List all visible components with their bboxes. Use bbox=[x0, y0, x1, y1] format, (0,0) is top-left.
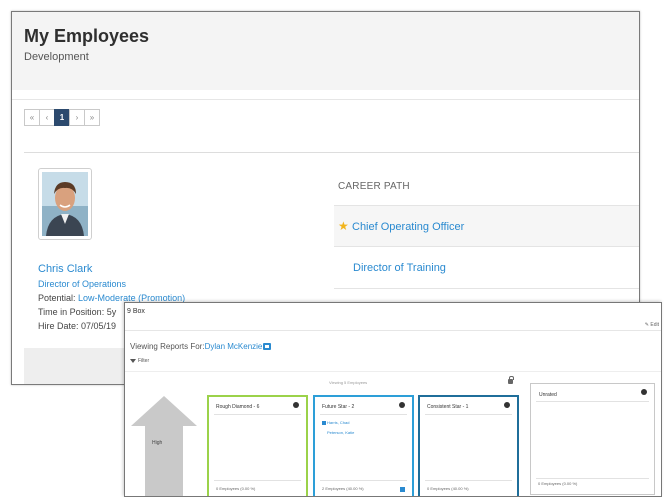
performance-arrow-icon bbox=[131, 396, 197, 496]
axis-label-high: High bbox=[152, 440, 163, 446]
employee-name-link[interactable]: Chris Clark bbox=[38, 263, 92, 275]
nine-box-window: 9 Box ✎ Edit Viewing Reports For:Dylan M… bbox=[124, 302, 662, 497]
nine-box-consistent-star[interactable]: Consistent Star - 1 0 Employees (40.00 %… bbox=[418, 395, 519, 496]
employee-photo[interactable] bbox=[38, 168, 92, 240]
box-divider bbox=[536, 401, 649, 402]
page-header bbox=[12, 12, 639, 90]
pager-last-button[interactable]: » bbox=[84, 109, 100, 126]
employee-link[interactable]: Peterson, Katie bbox=[327, 430, 354, 435]
edit-button[interactable]: ✎ Edit bbox=[645, 322, 659, 328]
pager-prev-button[interactable]: ‹ bbox=[39, 109, 55, 126]
nine-box-unrated[interactable]: Unrated 0 Employees (0.00 %) bbox=[530, 383, 655, 495]
page-subtitle: Development bbox=[24, 51, 89, 63]
nine-box-future-star[interactable]: Future Star - 2 Harris, Chad Peterson, K… bbox=[313, 395, 414, 496]
box-divider bbox=[214, 414, 301, 415]
filter-divider bbox=[125, 371, 661, 372]
employee-job-title[interactable]: Director of Operations bbox=[38, 279, 126, 289]
box-title: Rough Diamond - 6 bbox=[216, 404, 260, 410]
viewing-for-label: Viewing Reports For: bbox=[130, 342, 205, 351]
employee-time-in-position: Time in Position: 5y bbox=[38, 307, 117, 317]
box-footer-divider bbox=[425, 480, 512, 481]
viewing-count: Viewing 5 Employees bbox=[329, 380, 368, 385]
nine-box-rough-diamond[interactable]: Rough Diamond - 6 0 Employees (0.00 %) bbox=[207, 395, 308, 496]
nine-box-title: 9 Box bbox=[127, 308, 145, 315]
filter-icon bbox=[130, 359, 136, 363]
box-employee-count: 0 Employees (0.00 %) bbox=[538, 481, 578, 486]
nine-box-divider bbox=[125, 330, 661, 331]
pager-page-1[interactable]: 1 bbox=[54, 109, 70, 126]
box-title: Future Star - 2 bbox=[322, 404, 355, 410]
export-icon[interactable] bbox=[400, 487, 405, 492]
box-title: Unrated bbox=[539, 392, 557, 398]
person-card-icon[interactable] bbox=[263, 343, 272, 351]
pager-first-button[interactable]: « bbox=[24, 109, 40, 126]
list-item[interactable]: Harris, Chad bbox=[322, 420, 349, 425]
header-divider bbox=[12, 99, 639, 100]
page-title: My Employees bbox=[24, 26, 150, 46]
career-path-divider bbox=[334, 288, 639, 289]
box-footer-divider bbox=[320, 480, 407, 481]
career-path-item-training[interactable]: Director of Training bbox=[353, 262, 446, 274]
viewing-reports-for: Viewing Reports For:Dylan McKenzie bbox=[130, 342, 272, 351]
pager-next-button[interactable]: › bbox=[69, 109, 85, 126]
filter-label: Filter bbox=[138, 358, 150, 364]
box-employee-count: 2 Employees (40.00 %) bbox=[322, 486, 364, 491]
viewing-for-person-link[interactable]: Dylan McKenzie bbox=[205, 342, 263, 351]
list-item[interactable]: Peterson, Katie bbox=[327, 430, 354, 435]
filter-button[interactable]: Filter bbox=[130, 358, 149, 364]
info-icon[interactable] bbox=[293, 402, 299, 408]
employee-hire-date: Hire Date: 07/05/19 bbox=[38, 321, 117, 331]
star-icon: ★ bbox=[338, 219, 349, 233]
box-footer-divider bbox=[214, 480, 301, 481]
box-divider bbox=[320, 414, 407, 415]
box-divider bbox=[425, 414, 512, 415]
info-icon[interactable] bbox=[399, 402, 405, 408]
pagination: « ‹ 1 › » bbox=[24, 109, 100, 126]
avatar bbox=[42, 172, 88, 236]
employee-link[interactable]: Harris, Chad bbox=[327, 420, 349, 425]
box-footer-divider bbox=[536, 478, 649, 479]
potential-label: Potential: bbox=[38, 293, 76, 303]
career-path-heading: CAREER PATH bbox=[338, 181, 410, 192]
box-employee-count: 0 Employees (0.00 %) bbox=[216, 486, 256, 491]
career-path-item-coo[interactable]: Chief Operating Officer bbox=[352, 221, 464, 233]
person-card-icon bbox=[322, 420, 326, 425]
lock-icon[interactable] bbox=[508, 376, 514, 384]
box-title: Consistent Star - 1 bbox=[427, 404, 469, 410]
info-icon[interactable] bbox=[504, 402, 510, 408]
info-icon[interactable] bbox=[641, 389, 647, 395]
box-employee-count: 0 Employees (40.00 %) bbox=[427, 486, 469, 491]
